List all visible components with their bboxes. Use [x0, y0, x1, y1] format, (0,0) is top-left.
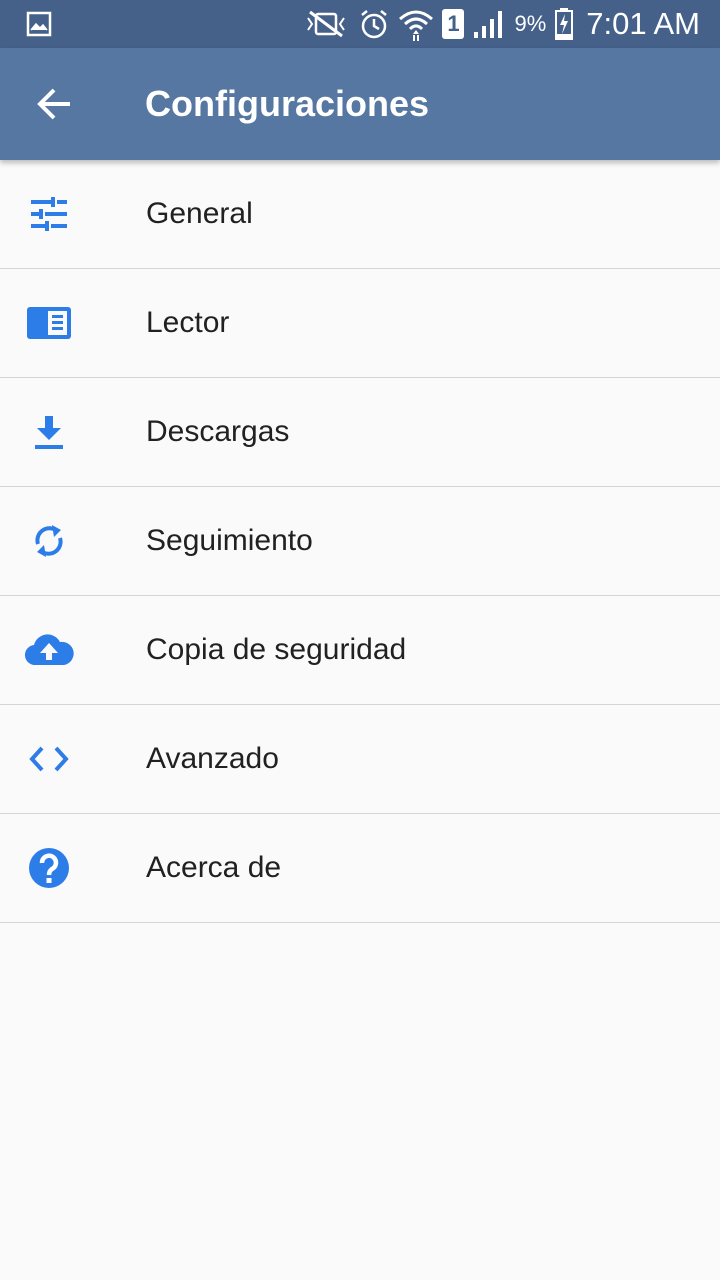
- page-title: Configuraciones: [145, 83, 430, 124]
- back-arrow-icon[interactable]: [30, 84, 80, 124]
- settings-item-label: Lector: [146, 306, 230, 339]
- settings-item-copia-de-seguridad[interactable]: Copia de seguridad: [0, 596, 720, 705]
- battery-charging-icon: [555, 8, 574, 40]
- app-bar: Configuraciones: [0, 48, 720, 160]
- settings-list: General Lector Descargas Seguimiento Cop…: [0, 160, 720, 923]
- status-bar: 1 9% 7:01 AM: [0, 0, 720, 48]
- settings-item-avanzado[interactable]: Avanzado: [0, 705, 720, 814]
- settings-item-label: Avanzado: [146, 742, 279, 775]
- download-icon: [24, 410, 74, 454]
- help-icon: [24, 846, 74, 890]
- battery-percent: 9%: [514, 11, 547, 36]
- code-icon: [24, 737, 74, 781]
- tune-icon: [24, 192, 74, 236]
- wifi-icon: [399, 10, 434, 41]
- settings-item-label: Seguimiento: [146, 524, 313, 557]
- vibrate-mute-icon: [307, 10, 346, 38]
- settings-item-descargas[interactable]: Descargas: [0, 378, 720, 487]
- settings-item-general[interactable]: General: [0, 160, 720, 269]
- settings-item-lector[interactable]: Lector: [0, 269, 720, 378]
- settings-item-label: Acerca de: [146, 851, 282, 884]
- settings-item-label: Copia de seguridad: [146, 633, 407, 666]
- cloud-upload-icon: [24, 628, 74, 672]
- sync-icon: [24, 519, 74, 563]
- settings-item-seguimiento[interactable]: Seguimiento: [0, 487, 720, 596]
- image-notification-icon: [26, 11, 52, 37]
- sim-badge: 1: [442, 9, 465, 39]
- settings-item-label: Descargas: [146, 415, 290, 448]
- alarm-icon: [361, 10, 388, 39]
- clock: 7:01 AM: [586, 6, 700, 41]
- settings-item-label: General: [146, 197, 253, 230]
- settings-item-acerca-de[interactable]: Acerca de: [0, 814, 720, 923]
- signal-icon: [474, 11, 503, 38]
- reader-icon: [24, 301, 74, 345]
